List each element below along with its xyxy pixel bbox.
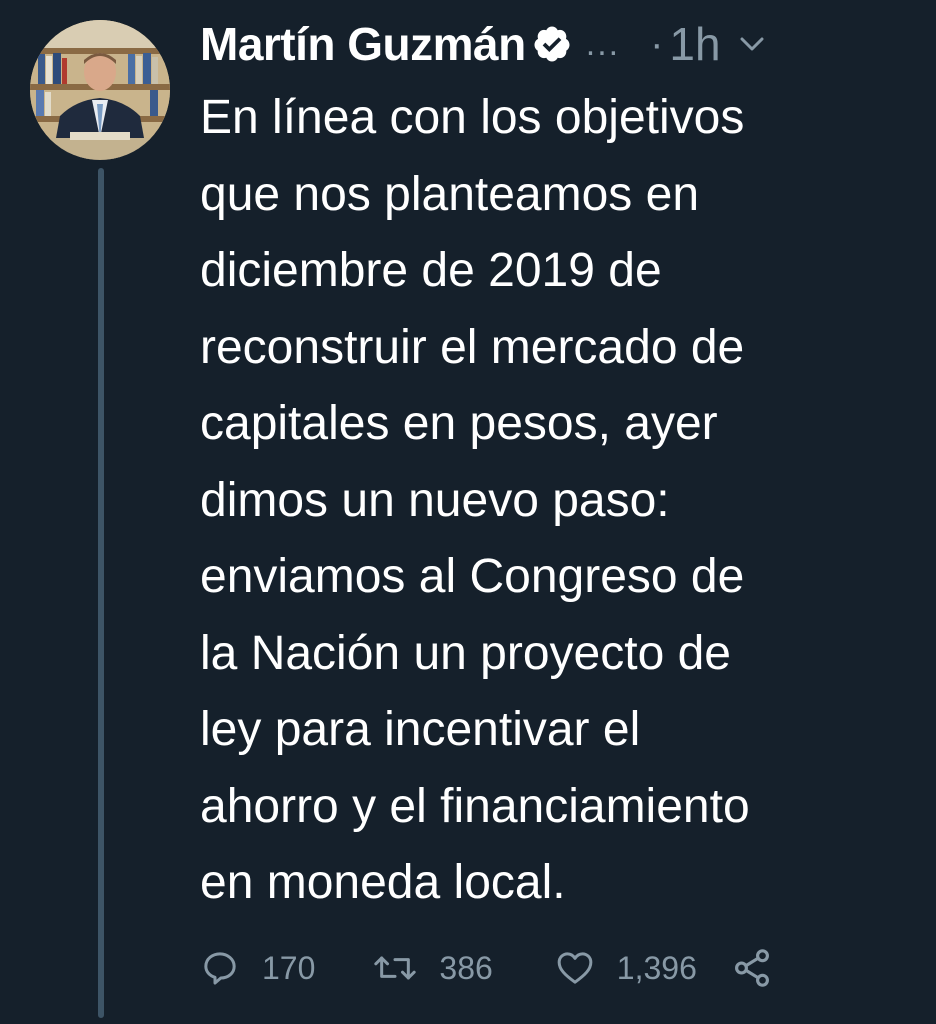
tweet-text: En línea con los objetivos que nos plant… (200, 80, 900, 922)
tweet-text-line: En línea con los objetivos (200, 91, 745, 144)
share-icon (731, 947, 773, 989)
tweet-text-line: ley para incentivar el (200, 703, 641, 756)
tweet[interactable]: Martín Guzmán ... · 1h En línea con los … (0, 0, 936, 1024)
like-count: 1,396 (616, 949, 697, 986)
author-name[interactable]: Martín Guzmán (200, 17, 526, 71)
retweet-button[interactable]: 386 (373, 948, 493, 988)
heart-icon (555, 948, 595, 988)
retweet-icon (373, 948, 417, 988)
avatar-column (30, 20, 174, 160)
reply-button[interactable]: 170 (200, 948, 315, 988)
retweet-count: 386 (439, 949, 493, 986)
tweet-text-line: enviamos al Congreso de (200, 550, 745, 603)
tweet-text-line: diciembre de 2019 de (200, 244, 662, 297)
tweet-text-line: ahorro y el financiamiento (200, 779, 750, 833)
reply-count: 170 (262, 949, 316, 986)
avatar[interactable] (30, 20, 170, 160)
tweet-time[interactable]: 1h (669, 17, 720, 71)
verified-badge-icon (532, 24, 572, 64)
tweet-text-line: capitales en pesos, ayer (200, 397, 718, 450)
tweet-content: Martín Guzmán ... · 1h En línea con los … (200, 18, 920, 922)
tweet-text-line: en moneda local. (200, 856, 566, 909)
tweet-text-line: dimos un nuevo paso: (200, 473, 670, 527)
more-indicator: ... (585, 24, 621, 63)
tweet-header: Martín Guzmán ... · 1h (200, 18, 920, 70)
reply-icon (200, 948, 240, 988)
tweet-text-line: la Nación un proyecto de (200, 626, 731, 680)
like-button[interactable]: 1,396 (555, 948, 697, 988)
tweet-text-line: que nos planteamos en (200, 167, 700, 221)
separator-dot: · (650, 21, 664, 66)
share-button[interactable] (731, 947, 773, 989)
thread-line (98, 168, 104, 1018)
tweet-actions: 170 386 1,396 (200, 943, 920, 993)
tweet-text-line: reconstruir el mercado de (200, 320, 745, 374)
chevron-down-icon[interactable] (737, 29, 767, 59)
